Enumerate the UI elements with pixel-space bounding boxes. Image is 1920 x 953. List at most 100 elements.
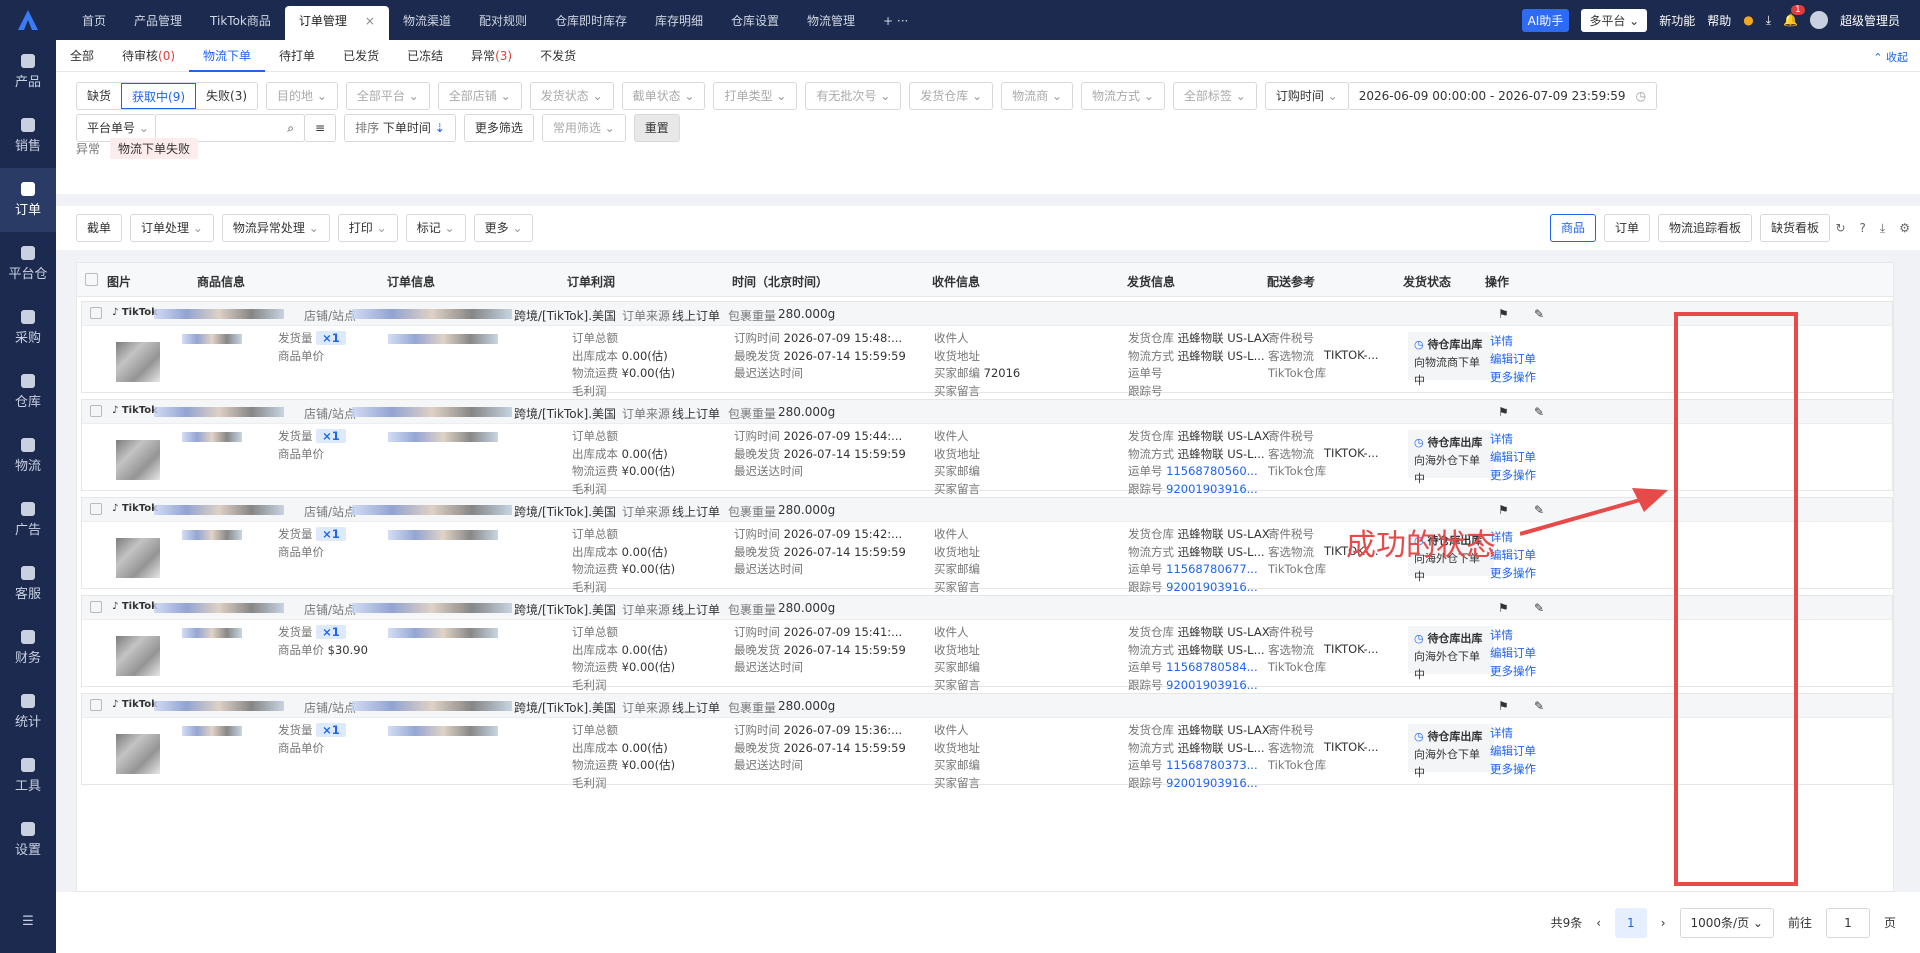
op-link-2[interactable]: 更多操作 [1490, 662, 1536, 680]
next-page-icon[interactable]: › [1661, 916, 1666, 930]
page-size-select[interactable]: 1000条/页 ⌄ [1679, 907, 1774, 938]
add-tab-icon[interactable]: + ··· [869, 6, 922, 40]
view-btn-3[interactable]: 缺货看板 [1759, 214, 1830, 242]
op-link-1[interactable]: 编辑订单 [1490, 350, 1536, 368]
avatar[interactable] [1809, 11, 1828, 29]
collapse-button[interactable]: ⌃ 收起 [1873, 49, 1908, 65]
op-link-0[interactable]: 详情 [1490, 430, 1536, 448]
list-icon[interactable]: ≡ [304, 114, 337, 142]
download-icon[interactable]: ⤓ [1766, 13, 1771, 28]
sidebar-item-5[interactable]: 仓库 [0, 360, 56, 424]
flag-icon[interactable]: ⚑ [1498, 405, 1509, 419]
edit-icon[interactable]: ✎ [1534, 405, 1544, 419]
op-link-1[interactable]: 编辑订单 [1490, 448, 1536, 466]
app-logo-icon[interactable] [0, 0, 56, 40]
flag-icon[interactable]: ⚑ [1498, 601, 1509, 615]
bell-icon[interactable]: 🔔 1 [1783, 5, 1805, 27]
new-feature-link[interactable]: 新功能 [1659, 12, 1695, 29]
ship-value[interactable]: 92001903916... [1166, 482, 1257, 496]
sidebar-item-2[interactable]: 订单 [0, 168, 56, 232]
date-range-picker[interactable]: 2026-06-09 00:00:00 - 2026-07-09 23:59:5… [1347, 82, 1658, 110]
tab-2[interactable]: TikTok商品 [196, 6, 285, 40]
subnav-item-1[interactable]: 待审核(0) [108, 40, 189, 72]
edit-icon[interactable]: ✎ [1534, 699, 1544, 713]
op-link-2[interactable]: 更多操作 [1490, 368, 1536, 386]
sort-desc-icon[interactable]: ⇣ [435, 121, 445, 135]
filter-dropdown-4[interactable]: 截单状态 [621, 82, 706, 110]
subnav-item-0[interactable]: 全部 [56, 40, 108, 72]
export-icon[interactable]: ⤓ [1880, 221, 1885, 236]
support-icon[interactable]: ● [1743, 13, 1753, 27]
sidebar-item-4[interactable]: 采购 [0, 296, 56, 360]
filter-dropdown-0[interactable]: 目的地 [266, 82, 338, 110]
sidebar-item-12[interactable]: 设置 [0, 808, 56, 872]
toolbar-btn-4[interactable]: 标记 [405, 214, 466, 242]
filter-dropdown-6[interactable]: 有无批次号 [805, 82, 902, 110]
op-link-0[interactable]: 详情 [1490, 724, 1536, 742]
ship-value[interactable]: 11568780677... [1166, 562, 1257, 576]
toolbar-btn-2[interactable]: 物流异常处理 [221, 214, 330, 242]
refresh-icon[interactable]: ↻ [1835, 221, 1845, 236]
toolbar-btn-0[interactable]: 截单 [76, 214, 123, 242]
filter-dropdown-1[interactable]: 全部平台 [345, 82, 430, 110]
tab-3[interactable]: 订单管理 × [284, 6, 389, 40]
op-link-2[interactable]: 更多操作 [1490, 564, 1536, 582]
sidebar-item-11[interactable]: 工具 [0, 744, 56, 808]
view-btn-2[interactable]: 物流追踪看板 [1657, 214, 1752, 242]
sidebar-item-6[interactable]: 物流 [0, 424, 56, 488]
order-checkbox[interactable] [90, 405, 102, 417]
tab-7[interactable]: 库存明细 [641, 6, 717, 40]
op-link-0[interactable]: 详情 [1490, 626, 1536, 644]
op-link-2[interactable]: 更多操作 [1490, 466, 1536, 484]
toolbar-btn-3[interactable]: 打印 [337, 214, 398, 242]
settings-icon[interactable]: ⚙ [1899, 221, 1910, 236]
order-checkbox[interactable] [90, 307, 102, 319]
filter-dropdown-7[interactable]: 发货仓库 [909, 82, 994, 110]
subnav-item-3[interactable]: 待打单 [265, 40, 329, 72]
common-filter-select[interactable]: 常用筛选 [541, 114, 626, 142]
edit-icon[interactable]: ✎ [1534, 601, 1544, 615]
view-btn-0[interactable]: 商品 [1549, 214, 1596, 242]
tab-1[interactable]: 产品管理 [120, 6, 196, 40]
help-link[interactable]: 帮助 [1707, 12, 1731, 29]
user-name[interactable]: 超级管理员 [1840, 12, 1900, 29]
filter-dropdown-10[interactable]: 全部标签 [1172, 82, 1257, 110]
more-filter-button[interactable]: 更多筛选 [463, 114, 534, 142]
search-icon[interactable]: ⌕ [287, 121, 294, 135]
order-checkbox[interactable] [90, 503, 102, 515]
ship-value[interactable]: 92001903916... [1166, 776, 1257, 790]
ship-value[interactable]: 11568780560... [1166, 464, 1257, 478]
ship-value[interactable]: 92001903916... [1166, 678, 1257, 692]
filter-dropdown-2[interactable]: 全部店铺 [437, 82, 522, 110]
flag-icon[interactable]: ⚑ [1498, 307, 1509, 321]
platform-select[interactable]: 多平台 ⌄ [1581, 8, 1648, 32]
flag-icon[interactable]: ⚑ [1498, 503, 1509, 517]
filter-dropdown-5[interactable]: 打单类型 [713, 82, 798, 110]
select-all-checkbox[interactable] [85, 273, 98, 286]
sort-select[interactable]: 排序 下单时间 ⇣ [344, 114, 456, 142]
ship-value[interactable]: 11568780584... [1166, 660, 1257, 674]
sidebar-item-10[interactable]: 统计 [0, 680, 56, 744]
op-link-1[interactable]: 编辑订单 [1490, 742, 1536, 760]
sidebar-item-7[interactable]: 广告 [0, 488, 56, 552]
goto-input[interactable]: 1 [1825, 907, 1870, 938]
seg-fetching[interactable]: 获取中(9) [121, 83, 197, 109]
toolbar-btn-5[interactable]: 更多 [473, 214, 534, 242]
op-link-1[interactable]: 编辑订单 [1490, 644, 1536, 662]
tab-5[interactable]: 配对规则 [465, 6, 541, 40]
close-icon[interactable]: × [365, 14, 375, 28]
menu-icon[interactable]: ☰ [0, 889, 56, 953]
seg-out-of-stock[interactable]: 缺货 [77, 83, 121, 109]
tab-9[interactable]: 物流管理 [793, 6, 869, 40]
exception-tag[interactable]: 物流下单失败 [110, 138, 199, 159]
reset-button[interactable]: 重置 [633, 114, 680, 142]
page-current[interactable]: 1 [1615, 907, 1647, 938]
ship-value[interactable]: 11568780373... [1166, 758, 1257, 772]
tab-6[interactable]: 仓库即时库存 [541, 6, 641, 40]
filter-dropdown-9[interactable]: 物流方式 [1081, 82, 1165, 110]
subnav-item-2[interactable]: 物流下单 [189, 40, 266, 72]
subnav-item-4[interactable]: 已发货 [329, 40, 393, 72]
sidebar-item-3[interactable]: 平台仓 [0, 232, 56, 296]
prev-page-icon[interactable]: ‹ [1596, 916, 1601, 930]
subnav-item-5[interactable]: 已冻结 [393, 40, 457, 72]
